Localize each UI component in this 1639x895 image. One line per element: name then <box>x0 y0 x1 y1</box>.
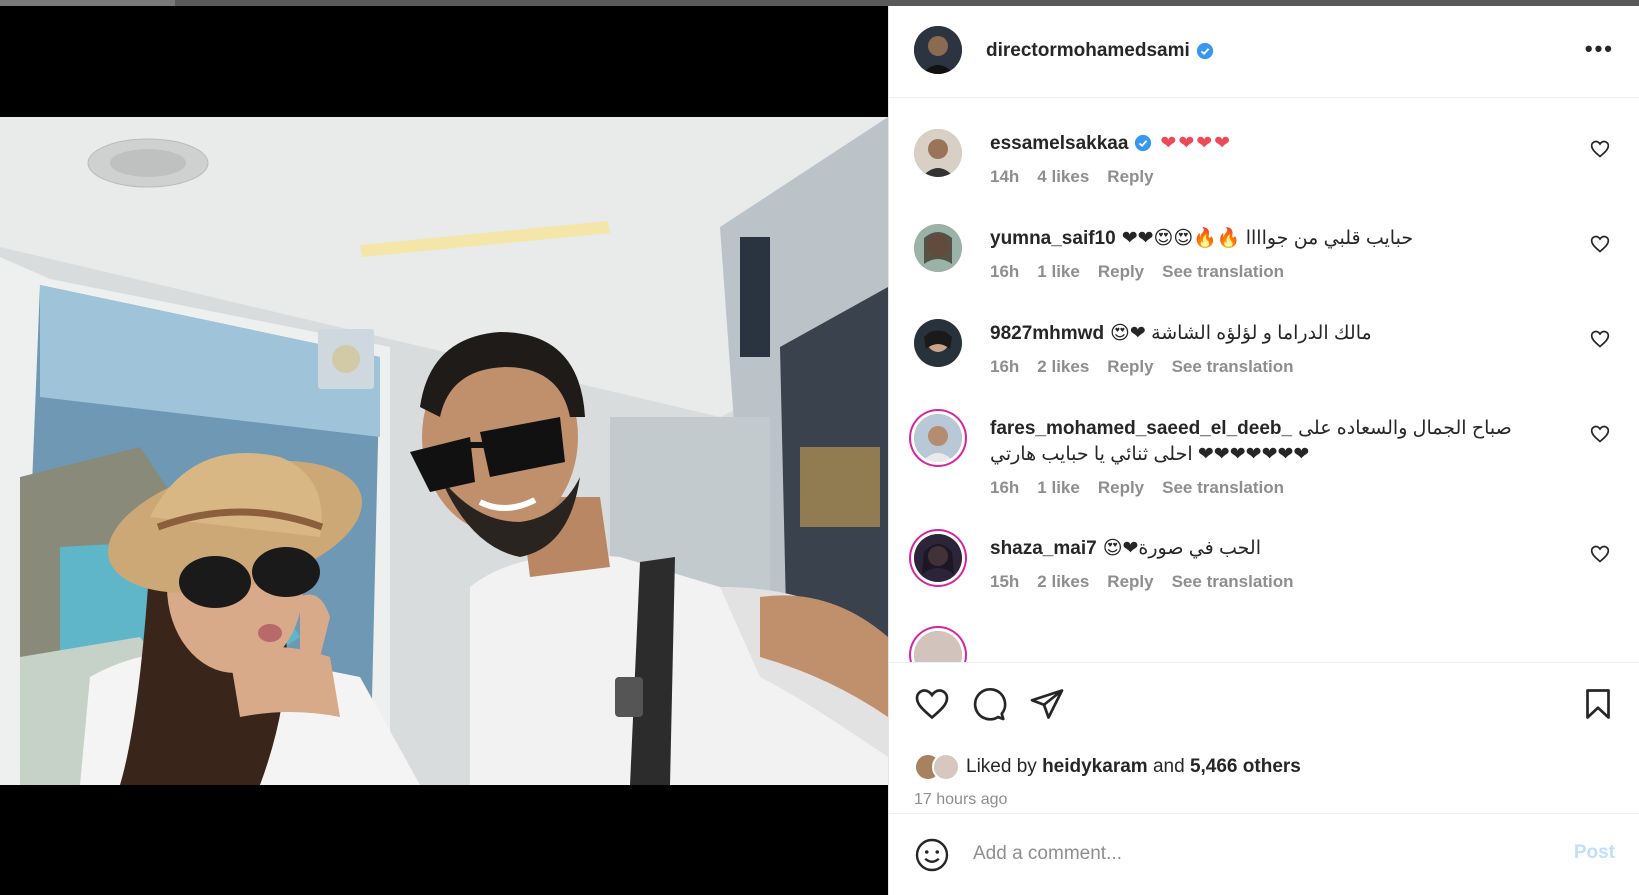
comment-like-heart-icon[interactable] <box>1590 424 1610 444</box>
comment-likes[interactable]: 1 like <box>1037 262 1080 282</box>
comment-item: essamelsakkaa ❤❤❤❤ 14h 4 likes Reply <box>889 99 1639 194</box>
commenter-username[interactable]: 9827mhmwd <box>990 323 1104 344</box>
comment-like-heart-icon[interactable] <box>1590 139 1610 159</box>
commenter-username[interactable]: shaza_mai7 <box>990 538 1097 559</box>
comment-text-row: 9827mhmwd 😍❤ مالك الدراما و لؤلؤه الشاشة <box>990 321 1550 347</box>
comment-meta: 16h 2 likes Reply See translation <box>990 357 1293 377</box>
comment-body: 😍❤الحب في صورة <box>1102 538 1261 559</box>
commenter-avatar[interactable] <box>914 129 962 177</box>
heart-icon[interactable] <box>914 686 950 722</box>
comment-time: 14h <box>990 167 1020 186</box>
likes-and: and <box>1152 756 1185 777</box>
comment-meta: 16h 1 like Reply See translation <box>990 262 1284 282</box>
post-comment-button[interactable]: Post <box>1574 842 1615 864</box>
comment-item: 9827mhmwd 😍❤ مالك الدراما و لؤلؤه الشاشة … <box>889 289 1639 384</box>
post-timestamp[interactable]: 17 hours ago <box>914 791 1007 809</box>
reply-button[interactable]: Reply <box>1107 572 1153 592</box>
comment-body: ❤❤😍😍🔥🔥 حبايب قلبي من جواااا <box>1121 228 1414 249</box>
selfie-image <box>0 117 888 785</box>
author-avatar[interactable] <box>914 26 962 74</box>
comment-time: 16h <box>990 357 1020 376</box>
comment-like-heart-icon[interactable] <box>1590 234 1610 254</box>
comment-likes[interactable]: 4 likes <box>1037 167 1089 187</box>
verified-icon <box>1135 134 1152 152</box>
comments-list[interactable]: essamelsakkaa ❤❤❤❤ 14h 4 likes Reply yumn… <box>889 99 1639 663</box>
comment-meta: 15h 2 likes Reply See translation <box>990 572 1293 592</box>
bookmark-icon[interactable] <box>1580 686 1616 722</box>
comment-input[interactable] <box>973 839 1533 869</box>
likes-prefix: Liked by <box>966 756 1037 777</box>
commenter-username[interactable]: essamelsakkaa <box>990 133 1128 154</box>
comment-item: yumna_saif10 ❤❤😍😍🔥🔥 حبايب قلبي من جواااا … <box>889 194 1639 289</box>
comment-time: 16h <box>990 262 1020 281</box>
likes-others[interactable]: 5,466 others <box>1190 756 1301 777</box>
commenter-avatar[interactable] <box>914 534 962 582</box>
post-header: directormohamedsami ••• <box>889 6 1639 98</box>
verified-icon <box>1196 42 1213 60</box>
comment-likes[interactable]: 2 likes <box>1037 572 1089 592</box>
likes-text: Liked by heidykaram and 5,466 others <box>966 756 1301 778</box>
commenter-avatar-partial[interactable] <box>914 631 962 662</box>
add-comment-bar: Post <box>889 813 1639 895</box>
commenter-avatar[interactable] <box>914 224 962 272</box>
reply-button[interactable]: Reply <box>1107 167 1153 187</box>
comment-body: 😍❤ مالك الدراما و لؤلؤه الشاشة <box>1110 323 1372 344</box>
likes-summary: Liked by heidykaram and 5,466 others <box>914 753 1301 781</box>
comment-text-row: yumna_saif10 ❤❤😍😍🔥🔥 حبايب قلبي من جواااا <box>990 226 1550 252</box>
comment-meta: 16h 1 like Reply See translation <box>990 478 1284 498</box>
comment-icon[interactable] <box>971 686 1007 722</box>
commenter-username[interactable]: yumna_saif10 <box>990 228 1116 249</box>
post-media <box>0 6 888 895</box>
reply-button[interactable]: Reply <box>1098 262 1144 282</box>
post-photo[interactable] <box>0 117 888 785</box>
comment-text-row: shaza_mai7 😍❤الحب في صورة <box>990 536 1550 562</box>
liker-avatar[interactable] <box>932 753 960 781</box>
post-side-panel: directormohamedsami ••• essamelsakkaa ❤❤❤… <box>888 6 1639 895</box>
author-username-row[interactable]: directormohamedsami <box>986 40 1214 62</box>
more-icon[interactable]: ••• <box>1585 36 1614 62</box>
comment-text-row: essamelsakkaa ❤❤❤❤ <box>990 131 1550 157</box>
commenter-username[interactable]: fares_mohamed_saeed_el_deeb_ <box>990 418 1292 439</box>
see-translation-button[interactable]: See translation <box>1172 357 1294 377</box>
commenter-avatar[interactable] <box>914 414 962 462</box>
comment-time: 15h <box>990 572 1020 591</box>
comment-meta: 14h 4 likes Reply <box>990 167 1154 187</box>
comment-item: fares_mohamed_saeed_el_deeb_ صباح الجمال … <box>889 384 1639 504</box>
comment-like-heart-icon[interactable] <box>1590 329 1610 349</box>
comment-text-row: fares_mohamed_saeed_el_deeb_ صباح الجمال … <box>990 416 1550 468</box>
see-translation-button[interactable]: See translation <box>1172 572 1294 592</box>
liker-username[interactable]: heidykaram <box>1042 756 1148 777</box>
see-translation-button[interactable]: See translation <box>1162 478 1284 498</box>
commenter-avatar[interactable] <box>914 319 962 367</box>
comment-likes[interactable]: 1 like <box>1037 478 1080 498</box>
reply-button[interactable]: Reply <box>1098 478 1144 498</box>
comment-like-heart-icon[interactable] <box>1590 544 1610 564</box>
comment-item: shaza_mai7 😍❤الحب في صورة 15h 2 likes Rep… <box>889 504 1639 599</box>
emoji-icon[interactable] <box>914 837 950 873</box>
comment-likes[interactable]: 2 likes <box>1037 357 1089 377</box>
author-username[interactable]: directormohamedsami <box>986 40 1190 62</box>
reply-button[interactable]: Reply <box>1107 357 1153 377</box>
share-icon[interactable] <box>1029 686 1065 722</box>
post-actions: Liked by heidykaram and 5,466 others 17 … <box>889 663 1639 813</box>
comment-time: 16h <box>990 478 1020 497</box>
see-translation-button[interactable]: See translation <box>1162 262 1284 282</box>
comment-body: ❤❤❤❤ <box>1160 133 1233 154</box>
